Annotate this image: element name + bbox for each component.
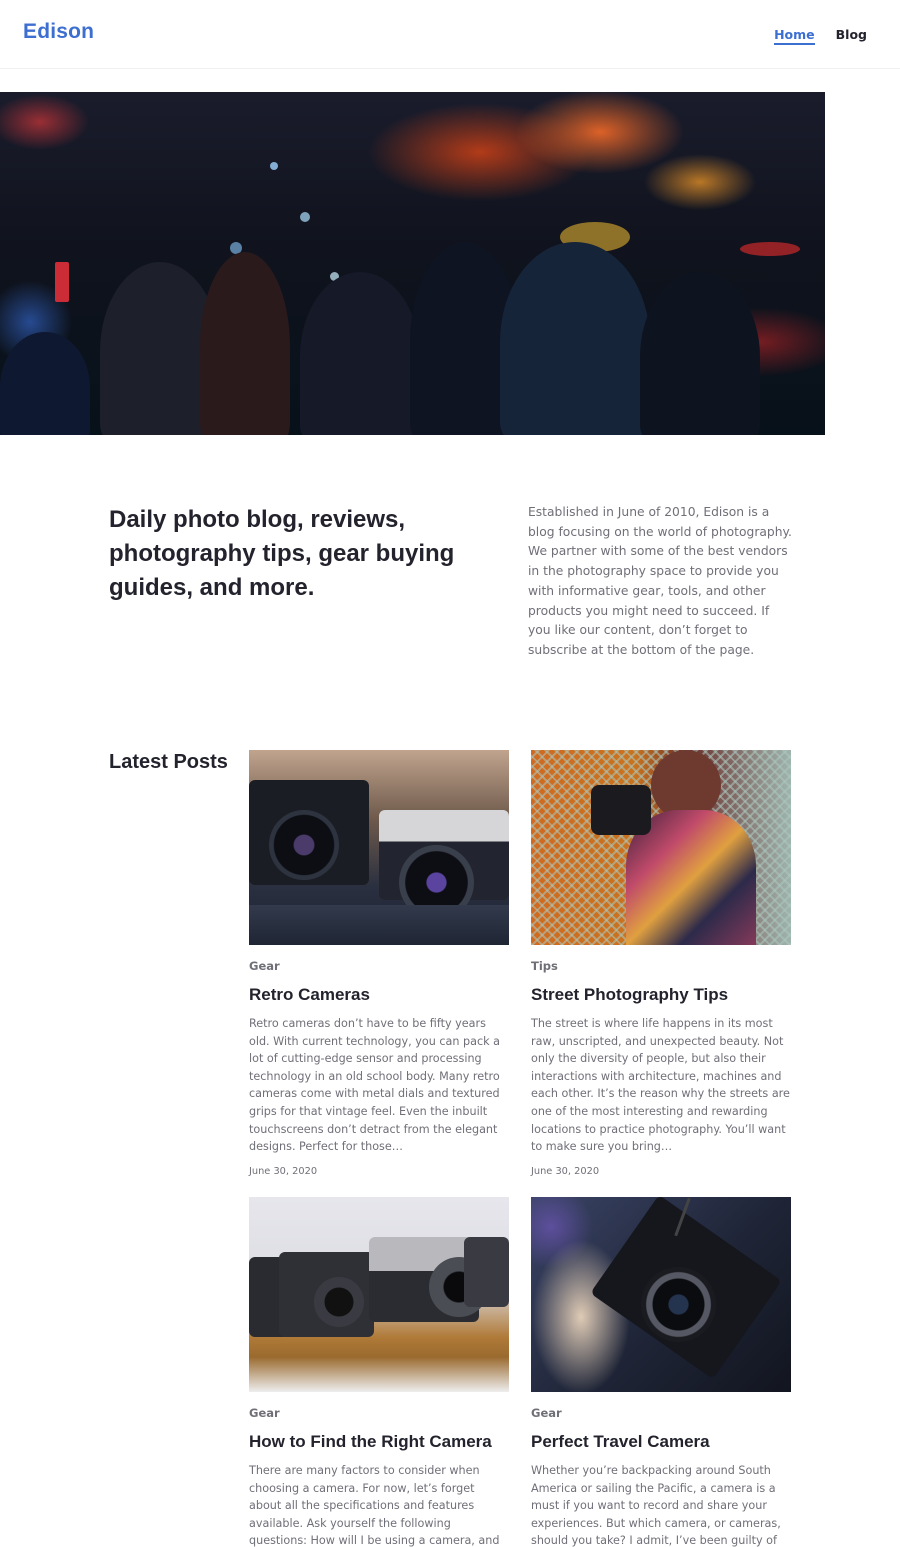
post-excerpt: Retro cameras don’t have to be fifty yea… bbox=[249, 1017, 501, 1154]
post-category[interactable]: Tips bbox=[531, 959, 791, 973]
post-excerpt: Whether you’re backpacking around South … bbox=[531, 1464, 781, 1547]
nav-blog-link[interactable]: Blog bbox=[836, 27, 867, 45]
nav-home-link[interactable]: Home bbox=[774, 27, 815, 45]
post-thumbnail[interactable] bbox=[249, 750, 509, 945]
post-excerpt: The street is where life happens in its … bbox=[531, 1017, 790, 1154]
main-nav: Home Blog bbox=[774, 27, 867, 45]
site-logo[interactable]: Edison bbox=[23, 20, 94, 44]
post-thumbnail[interactable] bbox=[531, 750, 791, 945]
post-excerpt: There are many factors to consider when … bbox=[249, 1464, 500, 1547]
post-title[interactable]: Street Photography Tips bbox=[531, 984, 791, 1006]
post-thumbnail[interactable] bbox=[531, 1197, 791, 1392]
post-title[interactable]: How to Find the Right Camera bbox=[249, 1431, 509, 1453]
post-card[interactable]: Tips Street Photography Tips The street … bbox=[531, 750, 791, 1177]
post-category[interactable]: Gear bbox=[531, 1406, 791, 1420]
intro-description: Established in June of 2010, Edison is a… bbox=[528, 505, 792, 657]
hero-image bbox=[0, 92, 825, 435]
post-title[interactable]: Perfect Travel Camera bbox=[531, 1431, 791, 1453]
latest-posts-heading: Latest Posts bbox=[109, 751, 228, 773]
post-card[interactable]: Gear Perfect Travel Camera Whether you’r… bbox=[531, 1197, 791, 1547]
intro-heading: Daily photo blog, reviews, photography t… bbox=[109, 506, 455, 601]
post-card[interactable]: Gear Retro Cameras Retro cameras don’t h… bbox=[249, 750, 509, 1177]
post-category[interactable]: Gear bbox=[249, 959, 509, 973]
site-header: Edison Home Blog bbox=[0, 0, 900, 69]
post-date: June 30, 2020 bbox=[249, 1165, 318, 1177]
post-category[interactable]: Gear bbox=[249, 1406, 509, 1420]
post-thumbnail[interactable] bbox=[249, 1197, 509, 1392]
post-card[interactable]: Gear How to Find the Right Camera There … bbox=[249, 1197, 509, 1547]
post-date: June 30, 2020 bbox=[531, 1165, 600, 1177]
post-title[interactable]: Retro Cameras bbox=[249, 984, 509, 1006]
